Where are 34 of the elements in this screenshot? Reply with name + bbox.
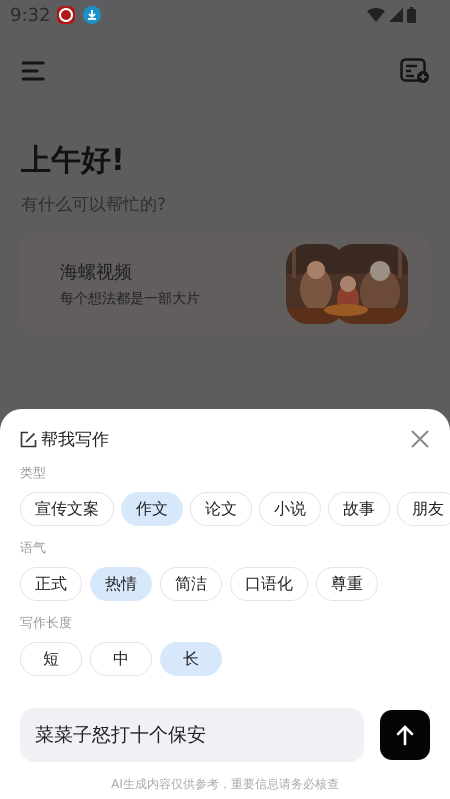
- option-chip[interactable]: 故事: [328, 492, 390, 526]
- section-label: 类型: [20, 465, 47, 482]
- option-chip[interactable]: 论文: [190, 492, 252, 526]
- promo-title: 海螺视频: [60, 261, 133, 284]
- menu-icon[interactable]: [22, 61, 46, 81]
- option-chip[interactable]: 简洁: [160, 567, 222, 601]
- option-chip[interactable]: 尊重: [316, 567, 378, 601]
- greeting: 上午好!: [21, 142, 126, 180]
- input-field[interactable]: 菜菜子怒打十个保安: [20, 708, 364, 762]
- edit-icon: [20, 430, 37, 448]
- download-icon: [82, 5, 102, 25]
- option-chip[interactable]: 小说: [259, 492, 321, 526]
- option-chip[interactable]: 长: [160, 642, 222, 676]
- option-chip[interactable]: 口语化: [230, 567, 308, 601]
- disclaimer: AI生成内容仅供参考，重要信息请务必核查: [110, 776, 340, 793]
- wifi-icon: [367, 8, 385, 22]
- option-chip[interactable]: 短: [20, 642, 82, 676]
- send-button[interactable]: [380, 710, 430, 760]
- new-chat-icon[interactable]: [400, 58, 430, 84]
- section-label: 语气: [20, 540, 47, 557]
- option-chip[interactable]: 朋友: [397, 492, 450, 526]
- option-chip[interactable]: 正式: [20, 567, 82, 601]
- arrow-up-icon: [394, 724, 416, 746]
- sheet-title: 帮我写作: [41, 428, 109, 450]
- promo-subtitle: 每个想法都是一部大片: [60, 290, 200, 308]
- signal-icon: [389, 8, 403, 22]
- section-label: 写作长度: [20, 615, 73, 632]
- option-chip[interactable]: 热情: [90, 567, 152, 601]
- option-chip[interactable]: 中: [90, 642, 152, 676]
- app-notification-icon: [56, 5, 76, 25]
- option-chip[interactable]: 宣传文案: [20, 492, 114, 526]
- close-icon[interactable]: [410, 429, 430, 449]
- option-chip[interactable]: 作文: [121, 492, 183, 526]
- battery-icon: [407, 7, 416, 23]
